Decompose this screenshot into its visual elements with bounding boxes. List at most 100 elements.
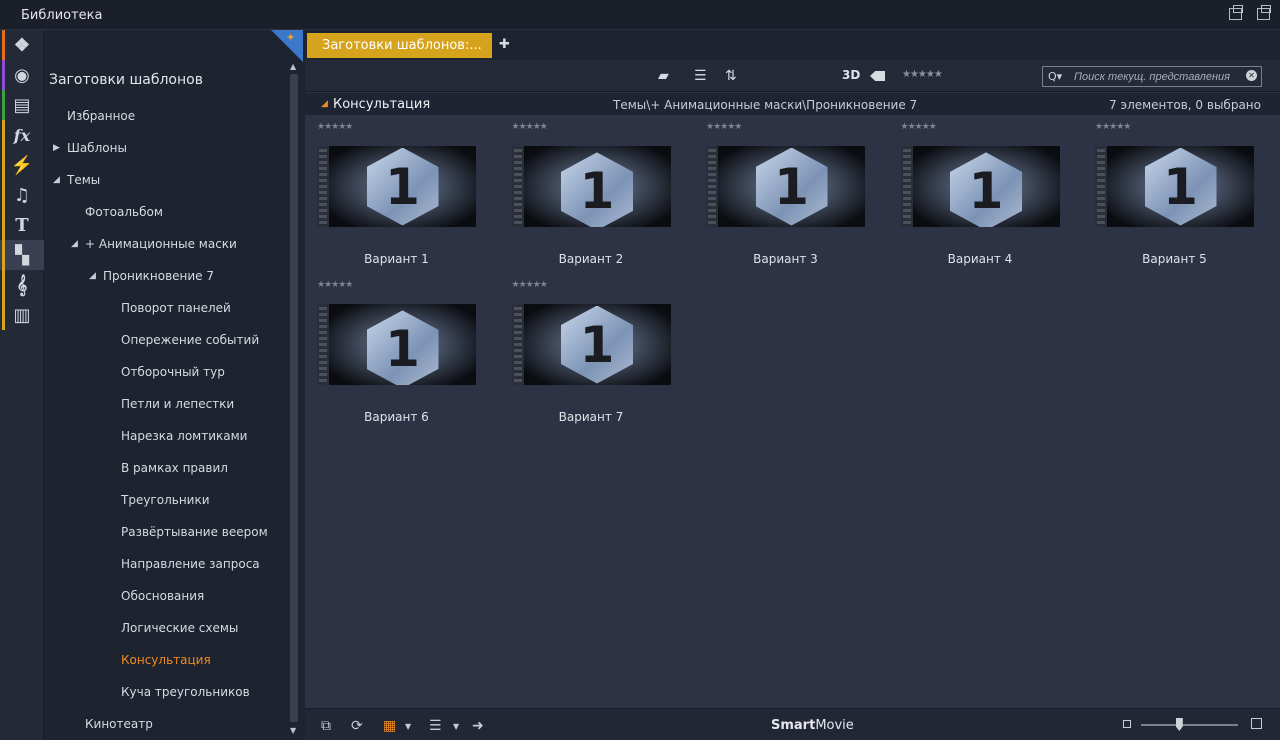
tree-item[interactable]: Нарезка ломтиками [121,429,247,443]
template-thumbnail[interactable]: 1 [1095,146,1254,227]
template-label: Вариант 5 [1142,252,1207,266]
score-icon: 𝄞 [16,274,28,296]
strip-item-effects[interactable]: fx [0,120,44,150]
tree-item[interactable]: Логические схемы [121,621,238,635]
tree-heading: Заготовки шаблонов [49,72,203,88]
template-card[interactable]: ★★★★★ 1 Вариант 1 [305,122,476,272]
restore-window-icon[interactable] [1229,5,1243,20]
tree-item[interactable]: Избранное [67,109,135,123]
template-thumbnail[interactable]: 1 [317,146,476,227]
tree-item[interactable]: Петли и лепестки [121,397,234,411]
template-card[interactable]: ★★★★★ 1 Вариант 3 [694,122,865,272]
collapse-arrow-icon[interactable]: ◢ [89,271,96,281]
expand-arrow-icon[interactable]: ▶ [53,143,60,153]
template-card[interactable]: ★★★★★ 1 Вариант 5 [1083,122,1254,272]
transitions-icon: ⚡ [10,154,34,176]
zoom-in-icon[interactable] [1251,718,1262,729]
scroll-down-icon[interactable]: ▼ [290,726,296,735]
strip-item-score[interactable]: 𝄞 [0,270,44,300]
strip-item-transitions[interactable]: ⚡ [0,150,44,180]
sort-icon[interactable]: ⇅ [725,68,737,84]
refresh-icon[interactable]: ⟳ [351,718,363,734]
tab-bar: Заготовки шаблонов:... ✚ [305,30,1280,60]
rating-stars[interactable]: ★★★★★ [1095,122,1131,132]
search-box[interactable]: Q▾ ✕ [1042,66,1262,87]
rating-stars[interactable]: ★★★★★ [901,122,937,132]
template-card[interactable]: ★★★★★ 1 Вариант 6 [305,280,476,430]
tag-filter-icon[interactable] [870,71,885,81]
filmstrip-edge [317,146,329,227]
library-tree: Заготовки шаблонов Избранное ▶ Шаблоны ◢ Тем… [44,30,288,740]
template-card[interactable]: ★★★★★ 1 Вариант 4 [889,122,1060,272]
strip-item-projects[interactable]: ▤ [0,90,44,120]
rating-stars[interactable]: ★★★★★ [512,280,548,290]
tree-item[interactable]: Опережение событий [121,333,259,347]
template-label: Вариант 6 [364,410,429,424]
tree-item[interactable]: Консультация [121,653,211,667]
rating-filter[interactable]: ★★★★★ [902,69,943,80]
title-icon: T [15,214,29,236]
filter-3d-button[interactable]: 3D [842,68,860,82]
smartmovie-button[interactable]: SmartMovie [771,718,854,733]
template-card[interactable]: ★★★★★ 1 Вариант 7 [500,280,671,430]
tree-item[interactable]: Кинотеатр [85,717,153,731]
zoom-out-icon[interactable] [1123,720,1131,728]
template-thumbnail[interactable]: 1 [900,146,1060,227]
list-view-dropdown-icon[interactable]: ▼ [453,722,459,731]
add-tab-icon[interactable]: ✚ [499,37,510,52]
tree-scrollbar-thumb[interactable] [290,74,298,722]
tree-item[interactable]: Темы [67,173,100,187]
tree-item[interactable]: Куча треугольников [121,685,250,699]
grid-view-icon[interactable]: ▦ [383,718,396,734]
tree-item[interactable]: Направление запроса [121,557,260,571]
tree-scrollbar[interactable]: ▲ ▼ [289,62,299,738]
collapse-arrow-icon[interactable]: ◢ [53,175,60,185]
search-icon[interactable]: Q▾ [1048,70,1062,83]
tree-item[interactable]: Шаблоны [67,141,127,155]
tree-item[interactable]: Обоснования [121,589,204,603]
template-label: Вариант 4 [947,252,1013,266]
strip-item-title[interactable]: T [0,210,44,240]
close-window-icon[interactable] [1257,5,1271,20]
scroll-up-icon[interactable]: ▲ [290,62,296,71]
template-thumbnail[interactable]: 1 [706,146,865,227]
send-to-timeline-icon[interactable]: ➜ [472,718,484,734]
collapse-arrow-icon[interactable]: ◢ [321,99,328,109]
zoom-slider[interactable] [1141,724,1238,726]
copy-icon[interactable]: ⧉ [321,718,331,734]
grid-view-dropdown-icon[interactable]: ▼ [405,722,411,731]
zoom-slider-knob[interactable] [1175,718,1183,731]
template-thumbnail[interactable]: 1 [317,304,476,385]
tree-item[interactable]: + Анимационные маски [85,237,237,251]
rating-stars[interactable]: ★★★★★ [317,280,353,290]
search-input[interactable] [1074,69,1244,84]
rating-stars[interactable]: ★★★★★ [512,122,548,132]
strip-item-film-reel[interactable]: ◉ [0,60,44,90]
tree-item[interactable]: Проникновение 7 [103,269,214,283]
strip-item-templates[interactable]: ▚ [0,240,44,270]
clear-search-icon[interactable]: ✕ [1246,70,1257,81]
tree-item[interactable]: Фотоальбом [85,205,163,219]
view-mode-icon[interactable]: ☰ [694,68,707,84]
rating-stars[interactable]: ★★★★★ [706,122,742,132]
folder-icon[interactable]: ▰ [658,68,669,84]
tree-item[interactable]: Поворот панелей [121,301,231,315]
template-thumbnail[interactable]: 1 [511,304,671,385]
tree-item[interactable]: В рамках правил [121,461,228,475]
template-thumbnail[interactable]: 1 [511,146,671,227]
strip-item-piano[interactable]: ▥ [0,300,44,330]
template-card[interactable]: ★★★★★ 1 Вариант 2 [500,122,671,272]
pin-icon[interactable]: ✦ [286,31,295,44]
tree-item[interactable]: Отборочный тур [121,365,225,379]
rating-stars[interactable]: ★★★★★ [317,122,353,132]
strip-item-music[interactable]: ♫ [0,180,44,210]
strip-item-media-box[interactable]: ❖ [0,30,44,60]
tree-item[interactable]: Развёртывание веером [121,525,268,539]
collapse-arrow-icon[interactable]: ◢ [71,239,78,249]
tab-templates[interactable]: Заготовки шаблонов:... [307,33,492,58]
hexagon-shape: 1 [561,152,633,227]
thumbnail-scene: 1 [329,146,476,227]
tree-item[interactable]: Треугольники [121,493,210,507]
thumbnail-digit: 1 [774,157,809,216]
list-view-icon[interactable]: ☰ [429,718,442,734]
